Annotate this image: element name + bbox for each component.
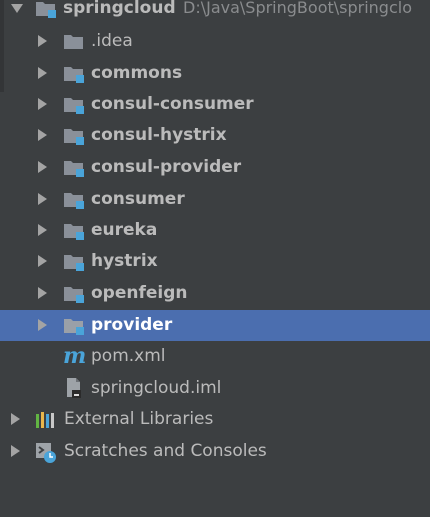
module-folder-icon xyxy=(63,316,85,336)
root-project-name: springcloud xyxy=(63,0,176,18)
chevron-down-icon[interactable] xyxy=(11,4,23,13)
chevron-right-icon[interactable] xyxy=(38,67,47,79)
libraries-label: External Libraries xyxy=(64,409,214,429)
tree-row-openfeign[interactable]: openfeign xyxy=(0,278,430,309)
chevron-right-icon[interactable] xyxy=(38,287,47,299)
tree-row-consumer[interactable]: consumer xyxy=(0,184,430,215)
file-label: springcloud.iml xyxy=(91,378,222,398)
chevron-right-icon[interactable] xyxy=(38,319,47,331)
tree-row-pom[interactable]: m pom.xml xyxy=(0,341,430,372)
module-folder-icon xyxy=(63,190,85,210)
root-project-path: D:\Java\SpringBoot\springclo xyxy=(183,0,412,17)
chevron-right-icon[interactable] xyxy=(38,193,47,205)
chevron-right-icon[interactable] xyxy=(38,98,47,110)
tree-row-iml[interactable]: springcloud.iml xyxy=(0,373,430,404)
file-label: pom.xml xyxy=(91,346,166,366)
tree-row-scratches[interactable]: Scratches and Consoles xyxy=(0,436,430,467)
project-tree: springcloud D:\Java\SpringBoot\springclo… xyxy=(0,0,430,517)
chevron-right-icon[interactable] xyxy=(38,224,47,236)
module-label: provider xyxy=(91,315,173,335)
module-folder-icon xyxy=(63,221,85,241)
chevron-right-icon[interactable] xyxy=(38,255,47,267)
tree-row-idea[interactable]: .idea xyxy=(0,26,430,57)
chevron-right-icon[interactable] xyxy=(11,413,20,425)
maven-m-icon: m xyxy=(63,343,87,369)
module-label: consumer xyxy=(91,189,185,209)
scratches-icon xyxy=(35,442,57,463)
module-folder-icon xyxy=(63,95,85,115)
tree-row-hystrix[interactable]: hystrix xyxy=(0,246,430,277)
chevron-right-icon[interactable] xyxy=(38,129,47,141)
module-folder-icon xyxy=(63,252,85,272)
tree-row-consul-provider[interactable]: consul-provider xyxy=(0,152,430,183)
module-folder-icon xyxy=(63,284,85,304)
tree-row-root[interactable]: springcloud D:\Java\SpringBoot\springclo xyxy=(0,0,430,26)
module-label: commons xyxy=(91,63,183,83)
module-label: consul-provider xyxy=(91,157,242,177)
tree-row-consul-consumer[interactable]: consul-consumer xyxy=(0,89,430,120)
chevron-right-icon[interactable] xyxy=(38,35,47,47)
chevron-right-icon[interactable] xyxy=(38,161,47,173)
module-label: consul-consumer xyxy=(91,94,254,114)
tree-row-provider[interactable]: provider xyxy=(0,310,430,341)
folder-icon xyxy=(63,32,85,52)
chevron-right-icon[interactable] xyxy=(11,445,20,457)
tree-row-consul-hystrix[interactable]: consul-hystrix xyxy=(0,120,430,151)
tree-row-external-libraries[interactable]: External Libraries xyxy=(0,404,430,435)
module-folder-icon xyxy=(63,64,85,84)
module-label: consul-hystrix xyxy=(91,125,227,145)
module-folder-icon xyxy=(63,158,85,178)
libraries-icon xyxy=(35,410,57,430)
scratches-label: Scratches and Consoles xyxy=(64,441,267,461)
module-folder-icon xyxy=(63,126,85,146)
tree-row-eureka[interactable]: eureka xyxy=(0,215,430,246)
module-label: hystrix xyxy=(91,251,158,271)
module-label: eureka xyxy=(91,220,158,240)
tree-row-commons[interactable]: commons xyxy=(0,58,430,89)
iml-file-icon xyxy=(63,377,85,398)
folder-label: .idea xyxy=(91,31,133,51)
module-folder-icon xyxy=(35,0,57,19)
module-label: openfeign xyxy=(91,283,188,303)
